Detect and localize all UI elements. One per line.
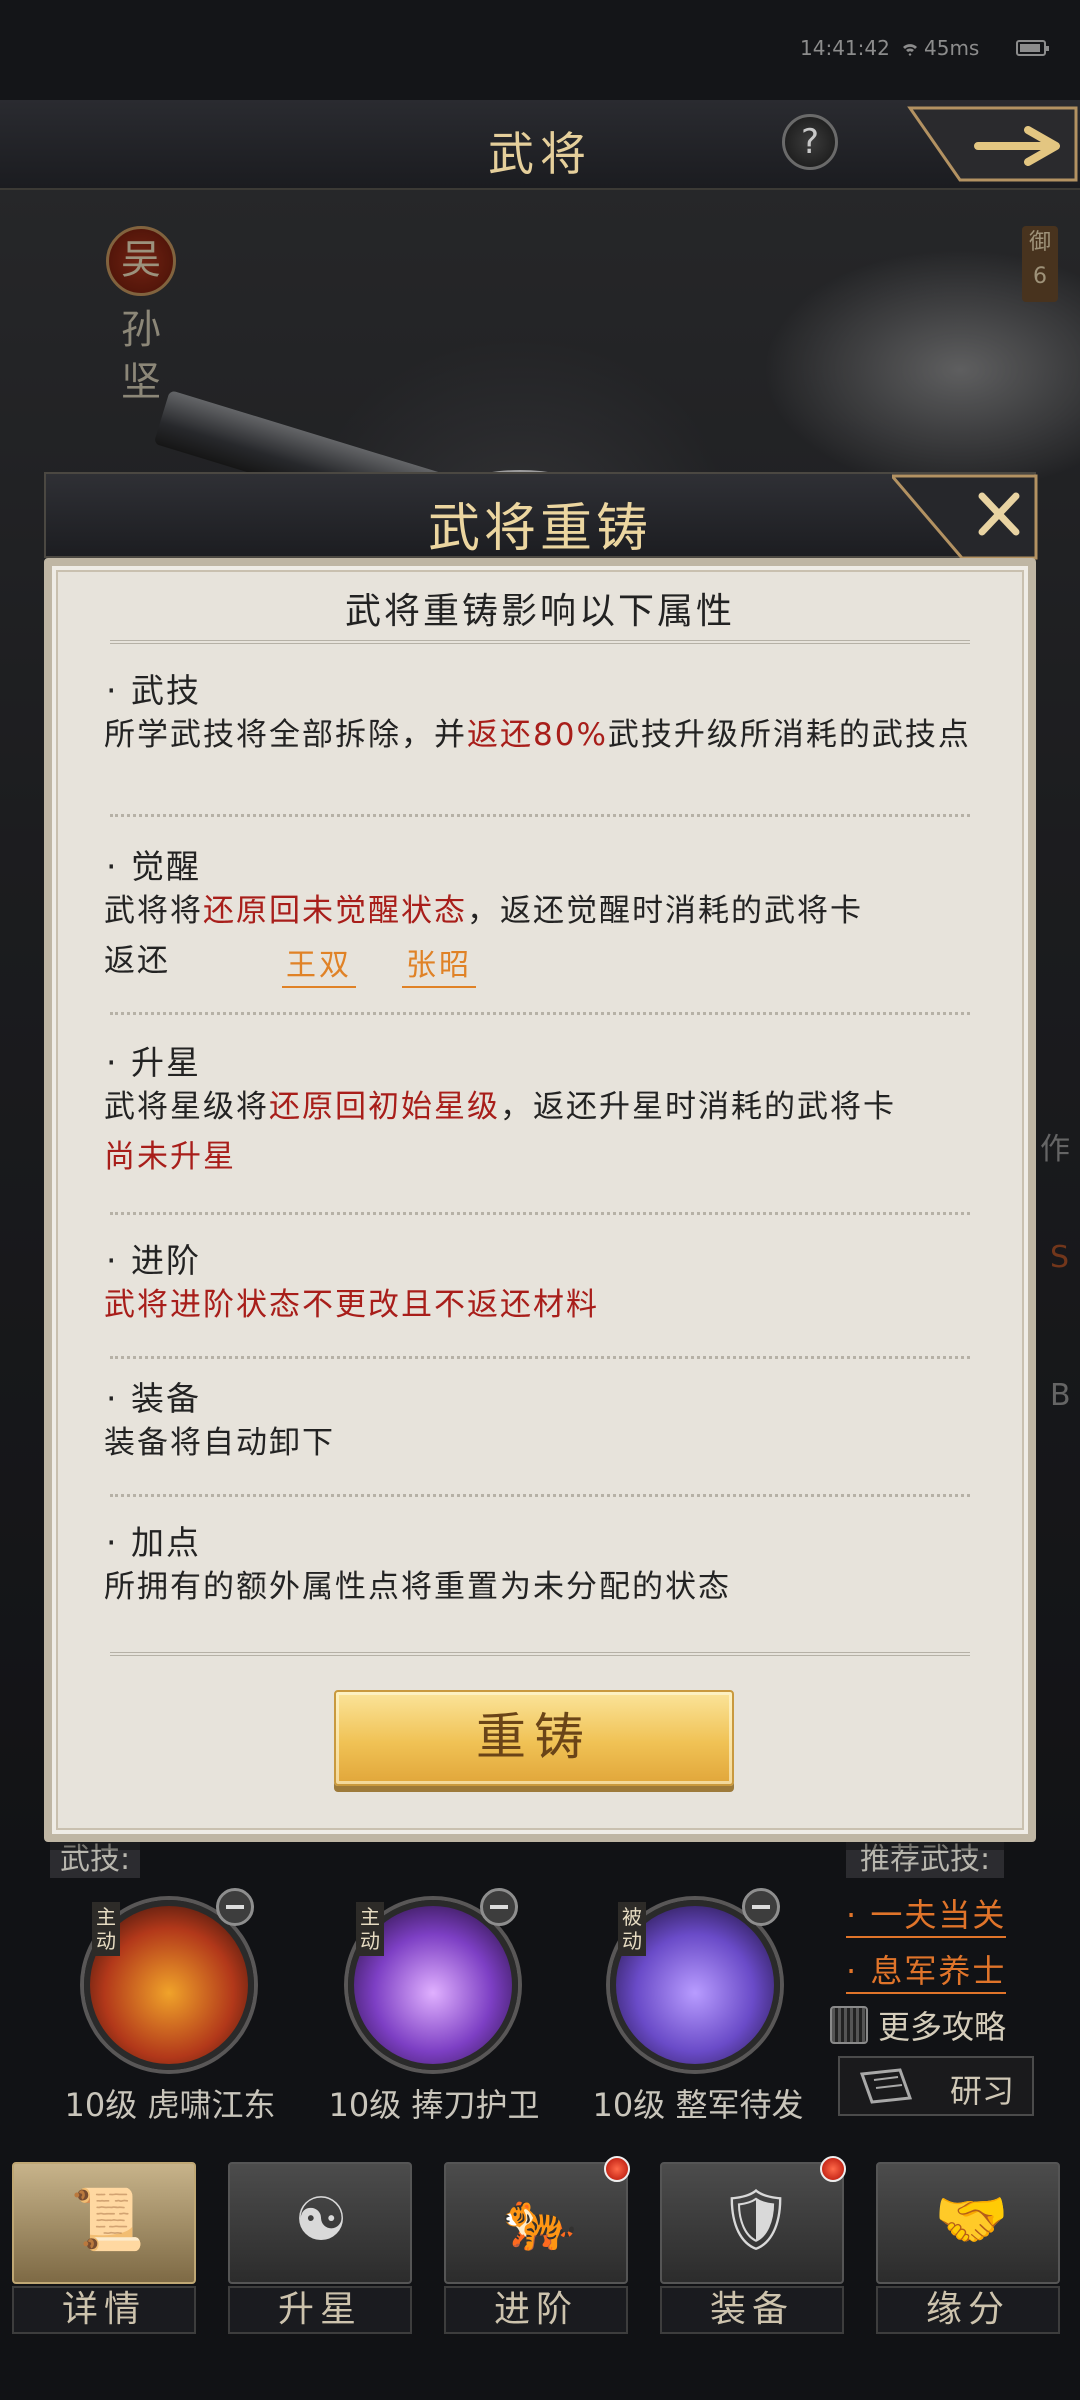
divider (110, 1212, 970, 1215)
nav-advance[interactable]: 🐅 进阶 (436, 2150, 636, 2350)
section-text-juexing: 武将将还原回未觉醒状态，返还觉醒时消耗的武将卡 (104, 888, 984, 934)
text-fragment: ，返还觉醒时消耗的武将卡 (467, 893, 863, 929)
text-fragment: 武将将 (104, 893, 203, 929)
section-heading-wuji: · 武技 (106, 671, 201, 710)
scroll-icon (859, 2068, 913, 2104)
study-label: 研习 (950, 2072, 1015, 2110)
skill-type-tag: 被动 (618, 1902, 646, 1956)
section-text-wuji: 所学武技将全部拆除，并返还80%武技升级所消耗的武技点 (104, 712, 984, 758)
text-fragment: 所学武技将全部拆除，并 (104, 717, 467, 753)
highlight-text: 还原回未觉醒状态 (203, 893, 467, 929)
close-button[interactable] (892, 474, 1038, 560)
tiger-icon: 🐅 (502, 2185, 577, 2255)
remove-skill-button[interactable] (742, 1888, 780, 1926)
dialog-subtitle: 武将重铸影响以下属性 (344, 591, 735, 632)
highlight-text: 还原回初始星级 (269, 1089, 500, 1125)
help-button[interactable]: ? (782, 114, 838, 170)
divider (110, 640, 970, 644)
section-heading-jiadian: · 加点 (106, 1523, 201, 1562)
signal-icon (903, 44, 917, 56)
divider (110, 1012, 970, 1015)
scroll-icon: 📜 (70, 2185, 145, 2255)
nav-label: 详情 (12, 2286, 196, 2334)
top-header: 武将 ? (0, 100, 1080, 190)
status-bar: 14:41:42 45ms (0, 0, 1080, 100)
reforge-button[interactable]: 重铸 (334, 1690, 734, 1786)
text-fragment: 武将星级将 (104, 1089, 269, 1125)
section-heading-shengxing: · 升星 (106, 1043, 201, 1082)
status-time: 14:41:42 (800, 36, 890, 60)
nav-equipment[interactable]: 🛡 装备 (652, 2150, 852, 2350)
nav-label: 缘分 (876, 2286, 1060, 2334)
section-text-jiadian: 所拥有的额外属性点将重置为未分配的状态 (104, 1569, 731, 1605)
skill-name: 10级 虎啸江东 (64, 2086, 276, 2124)
skill-name: 10级 整军待发 (592, 2086, 804, 2124)
study-button[interactable]: 研习 (838, 2056, 1034, 2116)
nav-star-up[interactable]: ☯ 升星 (220, 2150, 420, 2350)
book-icon (830, 2006, 868, 2044)
nav-details[interactable]: 📜 详情 (4, 2150, 204, 2350)
recommend-link[interactable]: · 一夫当关 (846, 1890, 1007, 1938)
dialog-header: 武将重铸 (44, 472, 1038, 560)
ping-value: 45ms (924, 36, 980, 60)
nav-label: 进阶 (444, 2286, 628, 2334)
handshake-icon: 🤝 (934, 2185, 1009, 2255)
bagua-icon: ☯ (294, 2185, 348, 2255)
section-text-jinjie: 武将进阶状态不更改且不返还材料 (104, 1287, 599, 1323)
battery-icon (1016, 40, 1049, 56)
section-heading-zhuangbei: · 装备 (106, 1379, 201, 1418)
text-fragment: ，返还升星时消耗的武将卡 (500, 1089, 896, 1125)
nav-fate[interactable]: 🤝 缘分 (868, 2150, 1068, 2350)
back-arrow-button[interactable] (900, 104, 1080, 184)
nav-label: 装备 (660, 2286, 844, 2334)
more-guide-link[interactable]: 更多攻略 (830, 2002, 1006, 2048)
section-text-zhuangbei: 装备将自动卸下 (104, 1425, 335, 1461)
returned-card[interactable]: 张昭 (402, 940, 476, 988)
more-guide-label: 更多攻略 (878, 2008, 1007, 2046)
shield-icon: 🛡 (718, 2185, 795, 2255)
section-heading-jinjie: · 进阶 (106, 1241, 201, 1280)
notification-badge (604, 2156, 630, 2182)
text-fragment: 武技升级所消耗的武技点 (607, 717, 971, 753)
returned-card[interactable]: 王双 (282, 940, 356, 988)
star-note: 尚未升星 (104, 1139, 236, 1175)
section-text-shengxing: 武将星级将还原回初始星级，返还升星时消耗的武将卡 (104, 1084, 984, 1130)
skill-type-tag: 主动 (92, 1902, 120, 1956)
remove-skill-button[interactable] (216, 1888, 254, 1926)
return-label: 返还 (104, 943, 170, 979)
dialog-title: 武将重铸 (427, 499, 652, 559)
divider (110, 1356, 970, 1359)
section-heading-juexing: · 觉醒 (106, 847, 201, 886)
reforge-dialog: 武将重铸 武将重铸影响以下属性 · 武技 所学武技将全部拆除，并返还80%武技升… (44, 472, 1038, 1842)
recommend-link[interactable]: · 息军养士 (846, 1946, 1007, 1994)
skill-name: 10级 捧刀护卫 (328, 2086, 540, 2124)
notification-badge (820, 2156, 846, 2182)
divider (110, 1652, 970, 1656)
highlight-text: 返还80% (467, 717, 608, 753)
divider (110, 814, 970, 817)
network-status: 45ms (902, 36, 979, 60)
remove-skill-button[interactable] (480, 1888, 518, 1926)
skill-type-tag: 主动 (356, 1902, 384, 1956)
nav-label: 升星 (228, 2286, 412, 2334)
divider (110, 1494, 970, 1497)
